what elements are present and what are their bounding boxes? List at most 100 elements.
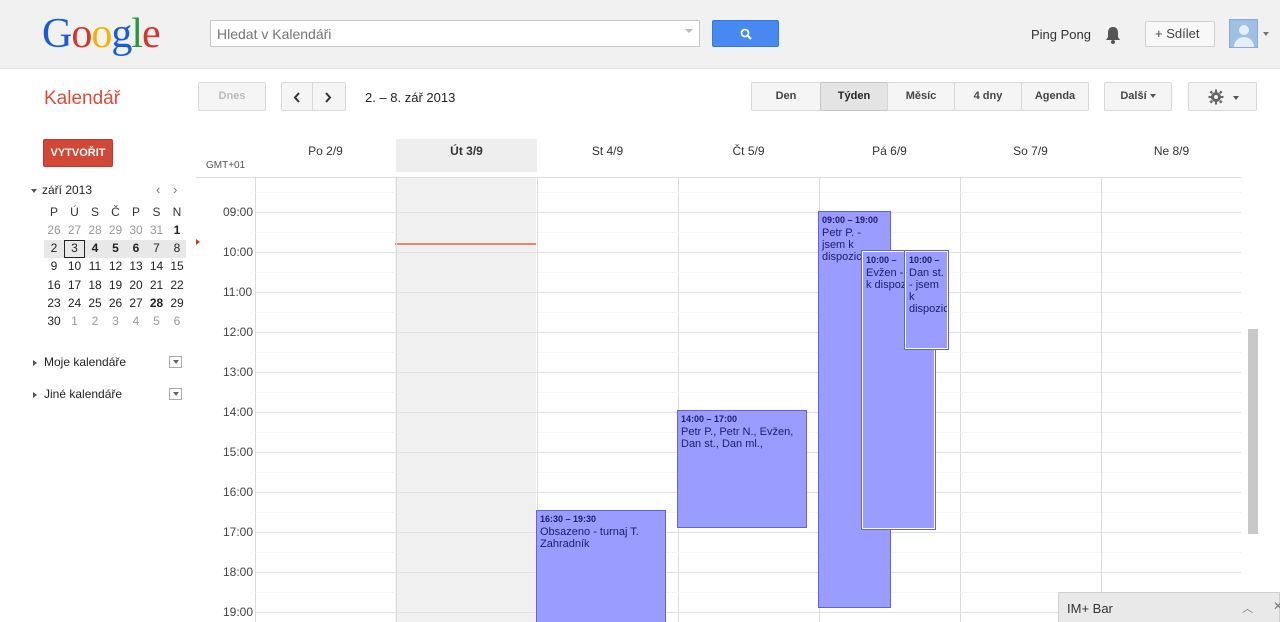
mini-calendar-day[interactable]: 2 — [85, 313, 105, 330]
hour-line — [255, 252, 1241, 253]
mini-calendar-title[interactable]: září 2013 — [31, 183, 92, 197]
day-header[interactable]: Pá 6/9 — [819, 139, 960, 172]
mini-calendar-day[interactable]: 12 — [106, 258, 126, 275]
mini-calendar-day[interactable]: 17 — [65, 277, 85, 294]
mini-calendar-day[interactable]: 10 — [65, 258, 85, 275]
hour-label: 10:00 — [223, 245, 254, 259]
gear-icon — [1208, 89, 1224, 105]
mini-calendar-day[interactable]: 11 — [85, 258, 105, 275]
day-header[interactable]: So 7/9 — [960, 139, 1101, 172]
mini-calendar-day[interactable]: 4 — [126, 313, 146, 330]
timezone-label: GMT+01 — [206, 160, 246, 171]
mini-calendar-day[interactable]: 16 — [44, 277, 64, 294]
create-event-button[interactable]: VYTVOŘIT — [43, 139, 113, 167]
other-calendars-dropdown-icon[interactable] — [169, 388, 182, 400]
mini-calendar-day[interactable]: 8 — [167, 240, 187, 257]
mini-calendar-day[interactable]: 15 — [167, 258, 187, 275]
hour-label: 15:00 — [223, 445, 254, 459]
column-divider — [960, 178, 961, 622]
mini-calendar-day[interactable]: 2 — [44, 240, 64, 257]
mini-calendar-day[interactable]: 25 — [85, 295, 105, 312]
chevron-left-icon — [293, 92, 300, 103]
mini-calendar-day[interactable]: 30 — [126, 222, 146, 239]
mini-calendar-day[interactable]: 21 — [147, 277, 167, 294]
mini-calendar-day[interactable]: 27 — [65, 222, 85, 239]
half-hour-line — [255, 272, 1241, 273]
mini-calendar-day[interactable]: 18 — [85, 277, 105, 294]
notifications-bell-icon[interactable] — [1104, 25, 1122, 45]
mini-calendar-day[interactable]: 5 — [106, 240, 126, 257]
more-button[interactable]: Další — [1104, 82, 1172, 111]
other-calendars-toggle[interactable]: Jiné kalendáře — [33, 387, 122, 401]
search-options-dropdown-icon[interactable] — [685, 29, 693, 33]
mini-calendar-day[interactable]: 29 — [106, 222, 126, 239]
view-4days-button[interactable]: 4 dny — [954, 82, 1022, 111]
calendar-event[interactable]: 14:00 – 17:00 Petr P., Petr N., Evžen, Da… — [677, 410, 807, 528]
mini-calendar-day[interactable]: 29 — [167, 295, 187, 312]
google-logo[interactable]: Google — [42, 10, 161, 58]
view-month-button[interactable]: Měsíc — [887, 82, 955, 111]
week-grid[interactable]: 08:00 09:00 10:00 11:00 12:00 13:00 14:00 15:00… — [196, 177, 1241, 622]
mini-calendar-day[interactable]: 13 — [126, 258, 146, 275]
view-day-button[interactable]: Den — [751, 82, 821, 111]
share-button[interactable]: + Sdílet — [1145, 21, 1215, 47]
mini-calendar-day[interactable]: 30 — [44, 313, 64, 330]
im-bar-expand-chevron-up-icon[interactable]: ︿ — [1242, 600, 1253, 616]
mini-calendar-day[interactable]: 5 — [147, 313, 167, 330]
day-header[interactable]: Čt 5/9 — [678, 139, 819, 172]
half-hour-line — [255, 392, 1241, 393]
calendar-event[interactable]: 16:30 – 19:30 Obsazeno - turnaj T. Zahrad… — [536, 510, 666, 622]
mini-calendar-day[interactable]: 1 — [167, 222, 187, 239]
calendar-event[interactable]: 10:00 – Dan st. - jsem k dispozici — [904, 250, 949, 350]
view-week-button[interactable]: Týden — [820, 82, 888, 111]
mini-calendar-day[interactable]: 26 — [44, 222, 64, 239]
grid-scrollbar[interactable] — [1248, 329, 1258, 534]
mini-calendar-day[interactable]: 22 — [167, 277, 187, 294]
mini-calendar-next-button[interactable]: › — [173, 182, 177, 197]
search-box[interactable] — [210, 20, 700, 47]
next-period-button[interactable] — [312, 82, 346, 111]
hour-label: 16:00 — [223, 485, 254, 499]
my-calendars-dropdown-icon[interactable] — [169, 356, 182, 368]
previous-period-button[interactable] — [281, 82, 313, 111]
mini-calendar-weekday: Ú — [70, 205, 79, 219]
mini-calendar-day[interactable]: 31 — [147, 222, 167, 239]
im-bar[interactable]: IM+ Bar ︿ ✕ — [1058, 592, 1280, 622]
my-calendars-toggle[interactable]: Moje kalendáře — [33, 355, 126, 369]
day-header[interactable]: Po 2/9 — [255, 139, 396, 172]
half-hour-line — [255, 232, 1241, 233]
mini-calendar-day[interactable]: 24 — [65, 295, 85, 312]
account-menu-chevron-icon[interactable] — [1263, 32, 1269, 36]
mini-calendar-day[interactable]: 20 — [126, 277, 146, 294]
day-header[interactable]: Út 3/9 — [396, 139, 537, 172]
im-bar-close-icon[interactable]: ✕ — [1273, 599, 1280, 613]
mini-calendar-day[interactable]: 9 — [44, 258, 64, 275]
mini-calendar-prev-button[interactable]: ‹ — [156, 182, 160, 197]
mini-calendar-day[interactable]: 3 — [106, 313, 126, 330]
mini-calendar-day[interactable]: 27 — [126, 295, 146, 312]
day-header[interactable]: St 4/9 — [537, 139, 678, 172]
mini-calendar-day[interactable]: 4 — [85, 240, 105, 257]
view-agenda-button[interactable]: Agenda — [1021, 82, 1089, 111]
event-time: 16:30 – 19:30 — [540, 514, 597, 524]
mini-calendar-day[interactable]: 19 — [106, 277, 126, 294]
mini-calendar-day[interactable]: 28 — [85, 222, 105, 239]
mini-calendar-day[interactable]: 26 — [106, 295, 126, 312]
mini-calendar-day[interactable]: 7 — [147, 240, 167, 257]
search-button[interactable] — [712, 20, 779, 47]
day-header[interactable]: Ne 8/9 — [1101, 139, 1242, 172]
hour-label: 18:00 — [223, 565, 254, 579]
mini-calendar-day[interactable]: 6 — [167, 313, 187, 330]
mini-calendar-day[interactable]: 3 — [65, 240, 85, 257]
user-name[interactable]: Ping Pong — [1031, 27, 1091, 42]
settings-button[interactable] — [1188, 82, 1257, 111]
today-button[interactable]: Dnes — [198, 82, 266, 111]
search-input[interactable] — [211, 21, 671, 46]
mini-calendar-day[interactable]: 1 — [65, 313, 85, 330]
mini-calendar-day[interactable]: 6 — [126, 240, 146, 257]
avatar[interactable] — [1229, 19, 1258, 48]
other-calendars-label: Jiné kalendáře — [44, 387, 123, 401]
mini-calendar-day[interactable]: 14 — [147, 258, 167, 275]
mini-calendar-day[interactable]: 23 — [44, 295, 64, 312]
mini-calendar-day[interactable]: 28 — [147, 295, 167, 312]
